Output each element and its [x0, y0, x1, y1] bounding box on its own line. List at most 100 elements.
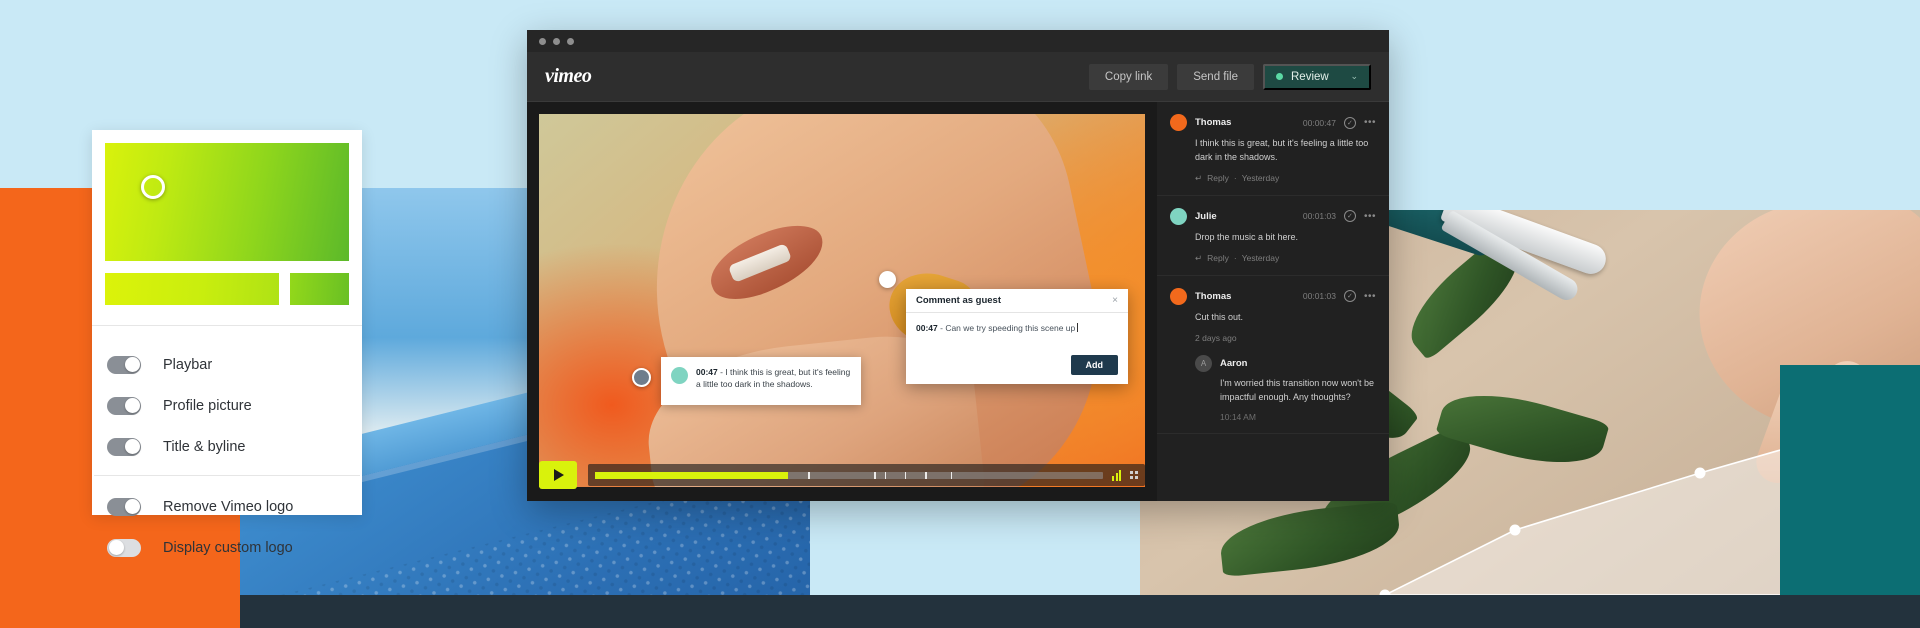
comment-item[interactable]: Thomas 00:00:47 ✓ ••• I think this is gr… — [1157, 102, 1389, 196]
reply-header: A Aaron — [1195, 354, 1376, 372]
video-comment-bubble[interactable]: 00:47 - I think this is great, but it's … — [661, 357, 861, 405]
comment-tick[interactable] — [874, 471, 876, 479]
control-right-group — [1103, 469, 1138, 481]
window-close-dot[interactable] — [539, 37, 546, 45]
player-controls — [539, 459, 1145, 491]
guest-popup-header: Comment as guest × — [906, 289, 1128, 313]
scrubber-track[interactable] — [595, 471, 1103, 479]
meta-separator: · — [1233, 253, 1237, 264]
setting-row-remove-vimeo-logo[interactable]: Remove Vimeo logo — [107, 486, 347, 527]
comment-author: Julie — [1195, 210, 1217, 222]
reply-text: I'm worried this transition now won't be… — [1220, 377, 1375, 402]
resolve-check-icon[interactable]: ✓ — [1343, 290, 1356, 303]
comment-as-guest-popup: Comment as guest × 00:47 - Can we try sp… — [906, 289, 1128, 384]
header-actions: Copy link Send file Review ⌄ — [1088, 63, 1371, 90]
more-options-icon[interactable]: ••• — [1364, 211, 1376, 222]
navy-footer-bar — [240, 595, 1920, 628]
comment-item[interactable]: Thomas 00:01:03 ✓ ••• Cut this out. 2 da… — [1157, 276, 1389, 434]
setting-row-display-custom-logo[interactable]: Display custom logo — [107, 527, 347, 568]
vimeo-logo[interactable]: vimeo — [545, 65, 592, 88]
reply-button[interactable]: Reply — [1207, 253, 1229, 263]
toggle-knob — [124, 439, 140, 454]
toggle-display-custom-logo[interactable] — [107, 538, 141, 557]
resolve-check-icon[interactable]: ✓ — [1343, 116, 1356, 129]
guest-popup-body[interactable]: 00:47 - Can we try speeding this scene u… — [906, 313, 1128, 347]
comment-author: Thomas — [1195, 117, 1232, 128]
more-options-icon[interactable]: ••• — [1364, 117, 1376, 128]
comment-header: Thomas 00:01:03 ✓ ••• — [1170, 287, 1376, 305]
setting-label-profile-picture: Profile picture — [163, 397, 252, 414]
guest-popup-title: Comment as guest — [916, 295, 1001, 306]
leaf-shape — [1217, 500, 1403, 578]
copy-link-button[interactable]: Copy link — [1088, 63, 1169, 90]
toggle-remove-vimeo-logo[interactable] — [107, 497, 141, 516]
scrubber-progress — [595, 471, 789, 479]
setting-row-title-byline[interactable]: Title & byline — [107, 426, 347, 467]
comment-tick[interactable] — [950, 471, 953, 479]
video-frame[interactable]: 00:47 - I think this is great, but it's … — [539, 114, 1145, 487]
secondary-color-swatch[interactable] — [290, 273, 349, 305]
comment-header: Julie 00:01:03 ✓ ••• — [1170, 207, 1376, 225]
reply-arrow-icon: ↵ — [1195, 172, 1203, 183]
app-header: vimeo Copy link Send file Review ⌄ — [527, 52, 1389, 102]
color-knob[interactable] — [141, 175, 165, 199]
comment-timecode: 00:00:47 — [1302, 117, 1336, 128]
reply-author: Aaron — [1220, 357, 1248, 369]
reply-arrow-icon: ↵ — [1195, 252, 1203, 263]
toggle-profile-picture[interactable] — [107, 396, 141, 415]
fullscreen-icon[interactable] — [1130, 471, 1138, 479]
setting-row-profile-picture[interactable]: Profile picture — [107, 385, 347, 426]
toggle-knob — [108, 540, 124, 555]
avatar — [1170, 114, 1187, 131]
send-file-button[interactable]: Send file — [1177, 63, 1254, 90]
window-minimize-dot[interactable] — [553, 37, 560, 45]
comment-age: Yesterday — [1241, 173, 1280, 184]
comment-tick[interactable] — [925, 471, 927, 479]
color-picker-gradient[interactable] — [105, 143, 349, 261]
volume-icon[interactable] — [1112, 469, 1121, 481]
review-status-dropdown[interactable]: Review ⌄ — [1263, 63, 1371, 90]
guest-comment-pin[interactable] — [879, 271, 896, 288]
primary-color-swatch[interactable] — [105, 273, 279, 305]
play-icon — [554, 469, 564, 481]
vimeo-app-window: vimeo Copy link Send file Review ⌄ 00:47… — [527, 30, 1389, 501]
toggle-list: Playbar Profile picture Title & byline R… — [94, 326, 360, 568]
play-button[interactable] — [539, 461, 577, 489]
comment-meta: ↵ Reply · Yesterday — [1195, 253, 1376, 264]
comment-tick[interactable] — [808, 471, 810, 479]
window-maximize-dot[interactable] — [567, 37, 574, 45]
toggle-playbar[interactable] — [107, 355, 141, 374]
reply-button[interactable]: Reply — [1207, 173, 1229, 183]
comments-sidebar[interactable]: Thomas 00:00:47 ✓ ••• I think this is gr… — [1157, 102, 1389, 501]
resolve-check-icon[interactable]: ✓ — [1343, 210, 1356, 223]
guest-timecode: 00:47 — [916, 323, 938, 333]
review-left: Review — [1276, 71, 1329, 83]
comment-item[interactable]: Julie 00:01:03 ✓ ••• Drop the music a bi… — [1157, 196, 1389, 276]
guest-comment-input[interactable]: 00:47 - Can we try speeding this scene u… — [916, 323, 1118, 335]
comment-tick[interactable] — [884, 471, 887, 479]
player-customization-card: Playbar Profile picture Title & byline R… — [92, 130, 362, 557]
video-comment-pin[interactable] — [632, 368, 651, 387]
comment-author: Thomas — [1195, 290, 1232, 302]
reply-time: 10:14 AM — [1220, 411, 1256, 422]
toggle-title-byline[interactable] — [107, 437, 141, 456]
bubble-text: 00:47 - I think this is great, but it's … — [696, 366, 851, 391]
add-comment-button[interactable]: Add — [1070, 355, 1118, 375]
comment-tick[interactable] — [904, 471, 907, 479]
setting-label-title-byline: Title & byline — [163, 438, 246, 455]
comment-header: Thomas 00:00:47 ✓ ••• — [1170, 114, 1376, 131]
setting-label-playbar: Playbar — [163, 356, 213, 373]
setting-row-playbar[interactable]: Playbar — [107, 344, 347, 385]
app-body: 00:47 - I think this is great, but it's … — [527, 102, 1389, 501]
comment-age: Yesterday — [1241, 253, 1280, 264]
more-options-icon[interactable]: ••• — [1364, 291, 1376, 302]
video-pane: 00:47 - I think this is great, but it's … — [527, 102, 1157, 501]
meta-separator: · — [1233, 173, 1237, 184]
comment-reply-item[interactable]: A Aaron I'm worried this transition now … — [1195, 354, 1376, 422]
toggle-knob — [124, 357, 140, 372]
avatar — [1170, 207, 1187, 225]
toggle-group-divider — [94, 475, 360, 476]
chevron-down-icon: ⌄ — [1350, 71, 1358, 81]
scrubber[interactable] — [588, 464, 1145, 486]
close-icon[interactable]: × — [1112, 295, 1118, 306]
